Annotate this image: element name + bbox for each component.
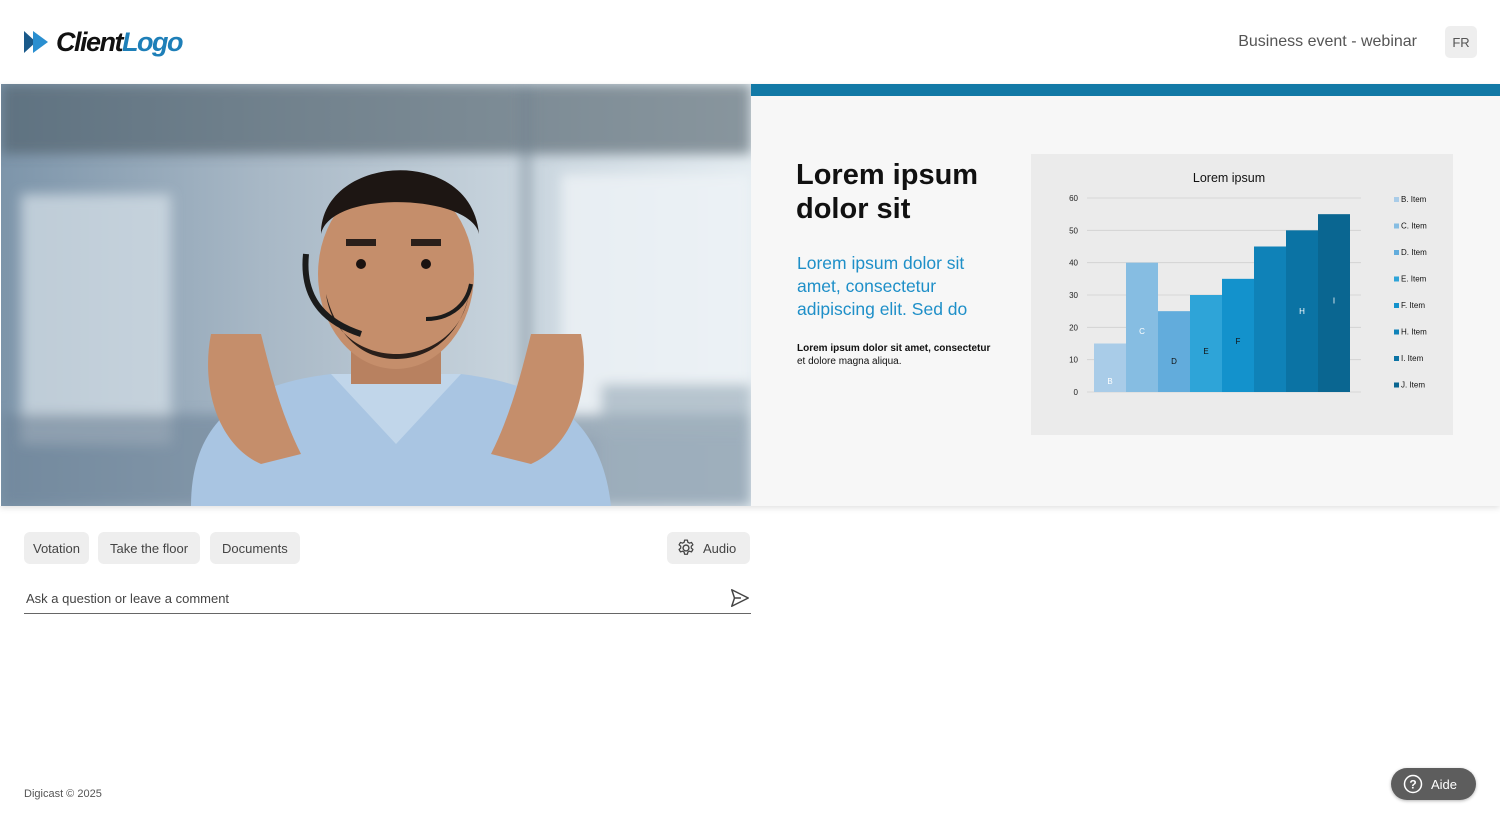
bar — [1254, 246, 1286, 392]
bar — [1222, 278, 1254, 392]
logo-wordmark: ClientLogo — [56, 26, 183, 57]
play-logo-icon — [24, 31, 48, 53]
presentation-slide: Lorem ipsum dolor sit Lorem ipsum dolor … — [751, 84, 1500, 506]
legend-entry: I. Item — [1401, 354, 1424, 363]
event-title: Business event - webinar — [1238, 33, 1417, 50]
bar-chart: Lorem ipsum 0 10 20 30 40 50 60 B C D E F H I B. Item C… — [1031, 154, 1453, 435]
chart-title: Lorem ipsum — [1193, 171, 1265, 185]
legend-swatch — [1394, 303, 1399, 308]
audio-settings-button[interactable]: Audio — [667, 532, 750, 564]
slide-body-text: Lorem ipsum dolor sit amet, consectetur … — [797, 343, 991, 367]
y-tick-label: 30 — [1069, 291, 1078, 300]
documents-button[interactable]: Documents — [210, 532, 300, 564]
legend-swatch — [1394, 223, 1399, 229]
bar-label: H — [1299, 307, 1305, 316]
copyright: Digicast © 2025 — [24, 788, 102, 800]
y-tick-label: 0 — [1074, 388, 1079, 397]
votation-button[interactable]: Votation — [24, 532, 89, 564]
bar — [1158, 311, 1190, 392]
send-icon[interactable] — [729, 587, 751, 609]
header: ClientLogo Business event - webinar FR — [0, 0, 1500, 84]
speaker-video[interactable] — [1, 84, 751, 506]
legend-entry: F. Item — [1401, 301, 1425, 310]
bar-label: B — [1107, 377, 1112, 386]
stage: Lorem ipsum dolor sit Lorem ipsum dolor … — [0, 84, 1500, 506]
y-tick-label: 60 — [1069, 194, 1078, 203]
legend-entry: H. Item — [1401, 328, 1427, 337]
bar-label: I — [1333, 297, 1335, 306]
speaker-video-frame — [1, 84, 751, 506]
legend-swatch — [1394, 250, 1399, 255]
y-tick-label: 20 — [1069, 323, 1078, 332]
audio-label: Audio — [703, 540, 737, 556]
legend-entry: B. Item — [1401, 195, 1427, 204]
help-button[interactable]: ? Aide — [1391, 768, 1476, 800]
legend-swatch — [1394, 382, 1399, 388]
client-logo[interactable]: ClientLogo — [24, 24, 183, 60]
bar — [1190, 295, 1222, 392]
help-circle-icon: ? — [1403, 774, 1423, 794]
take-the-floor-button[interactable]: Take the floor — [98, 532, 201, 564]
legend-entry: E. Item — [1401, 275, 1427, 284]
slide-title: Lorem ipsum dolor sit — [796, 159, 979, 225]
y-tick-label: 10 — [1069, 356, 1078, 365]
slide-accent-bar — [751, 84, 1500, 96]
gear-icon — [678, 539, 694, 555]
help-label: Aide — [1431, 776, 1458, 792]
legend-swatch — [1394, 197, 1399, 202]
bar-chart-svg: Lorem ipsum 0 10 20 30 40 50 60 B C D E F H I B. Item C… — [1069, 171, 1427, 397]
legend-entry: C. Item — [1401, 222, 1427, 231]
legend-swatch — [1394, 276, 1399, 282]
bar-label: D — [1171, 357, 1177, 366]
legend-entry: J. Item — [1401, 381, 1425, 390]
legend-swatch — [1394, 329, 1399, 335]
webinar-page: ClientLogo Business event - webinar FR L… — [0, 0, 1500, 821]
slide-subtitle: Lorem ipsum dolor sit amet, consectetur … — [797, 253, 968, 319]
bar-label: F — [1236, 337, 1241, 346]
svg-text:?: ? — [1409, 778, 1416, 792]
legend-swatch — [1394, 356, 1399, 361]
y-tick-label: 50 — [1069, 226, 1078, 235]
language-button[interactable]: FR — [1445, 26, 1477, 58]
bar-label: E — [1203, 347, 1208, 356]
comment-input[interactable] — [26, 588, 706, 608]
comment-field — [24, 582, 751, 614]
bar-label: C — [1139, 327, 1145, 336]
y-tick-label: 40 — [1069, 259, 1078, 268]
legend-entry: D. Item — [1401, 248, 1427, 257]
